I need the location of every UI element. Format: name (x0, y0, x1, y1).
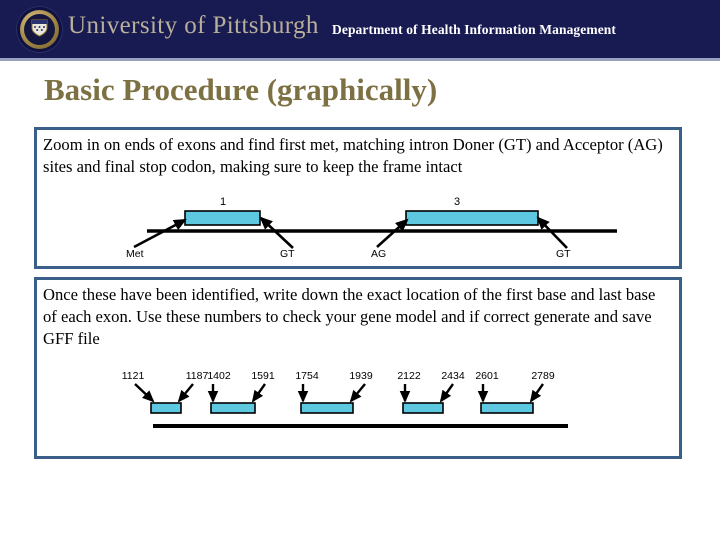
exon-block-3 (300, 402, 354, 414)
site-label-gt-2: GT (556, 248, 571, 260)
procedure-step-one-box: Zoom in on ends of exons and find first … (34, 127, 682, 269)
ag-pointer-arrow (376, 218, 409, 248)
exon-3-end-arrow (349, 383, 366, 403)
exon-5-start-label: 2601 (475, 370, 499, 382)
site-label-met: Met (126, 248, 144, 260)
exon-block-3 (405, 210, 539, 226)
exon-1-start-label: 1121 (122, 370, 145, 382)
university-name: University of Pittsburgh (68, 12, 319, 39)
step-one-text: Zoom in on ends of exons and find first … (43, 135, 663, 176)
header-divider (0, 58, 720, 61)
exon-number-label-1: 1 (220, 196, 226, 208)
exon-number-label-3: 3 (454, 196, 460, 208)
exon-block-1 (184, 210, 261, 226)
exon-2-end-label: 1591 (251, 370, 275, 382)
gt-pointer-arrow-1 (259, 216, 294, 249)
exon-2-start-label: 1402 (207, 370, 231, 382)
site-label-gt-1: GT (280, 248, 295, 260)
exon-4-end-arrow (439, 383, 454, 403)
step-two-text: Once these have been identified, write d… (43, 285, 656, 348)
university-seal-logo (17, 7, 62, 52)
exon-1-start-arrow (134, 383, 155, 403)
exon-4-end-label: 2434 (441, 370, 465, 382)
procedure-step-two-box: Once these have been identified, write d… (34, 277, 682, 459)
shield-icon (31, 19, 48, 37)
exon-3-start-label: 1754 (295, 370, 319, 382)
site-label-ag: AG (371, 248, 386, 260)
exon-5-end-arrow (529, 383, 544, 403)
exon-1-end-label: 1187 (186, 370, 209, 382)
exon-1-end-arrow (177, 383, 194, 403)
exon-3-end-label: 1939 (349, 370, 373, 382)
gt-pointer-arrow-2 (536, 216, 568, 249)
exon-4-start-label: 2122 (397, 370, 421, 382)
exon-block-4 (402, 402, 444, 414)
exon-block-5 (480, 402, 534, 414)
exon-2-end-arrow (251, 383, 266, 403)
met-pointer-arrow (133, 218, 187, 249)
exon-block-2 (210, 402, 256, 414)
department-name: Department of Health Information Managem… (332, 22, 617, 37)
page-title: Basic Procedure (graphically) (44, 72, 438, 107)
exon-block-1 (150, 402, 182, 414)
exon-5-end-label: 2789 (531, 370, 555, 382)
